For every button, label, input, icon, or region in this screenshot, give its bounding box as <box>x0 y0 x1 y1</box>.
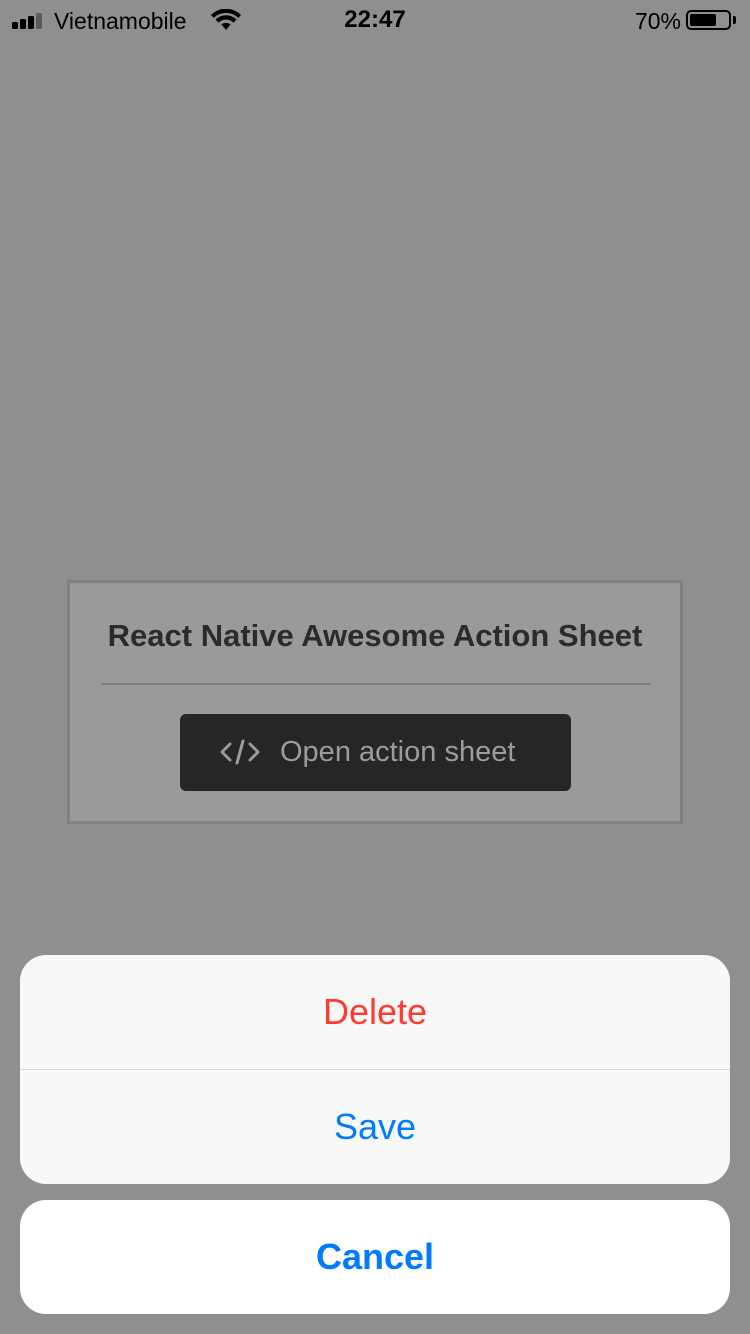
cancel-button[interactable]: Cancel <box>20 1200 730 1314</box>
battery-nub <box>733 16 736 24</box>
card-title: React Native Awesome Action Sheet <box>107 618 643 653</box>
save-option[interactable]: Save <box>20 1070 730 1184</box>
battery-percent: 70% <box>634 8 681 34</box>
code-icon <box>220 739 260 765</box>
card-divider <box>101 683 651 685</box>
demo-card: React Native Awesome Action Sheet Open a… <box>67 580 683 824</box>
open-action-sheet-label: Open action sheet <box>280 736 516 768</box>
status-bar: Vietnamobile 22:47 70% <box>0 0 750 40</box>
battery-fill <box>690 14 716 26</box>
action-sheet-options: Delete Save <box>20 955 730 1184</box>
open-action-sheet-button[interactable]: Open action sheet <box>180 714 571 791</box>
delete-option[interactable]: Delete <box>20 955 730 1069</box>
battery-icon <box>686 10 731 30</box>
